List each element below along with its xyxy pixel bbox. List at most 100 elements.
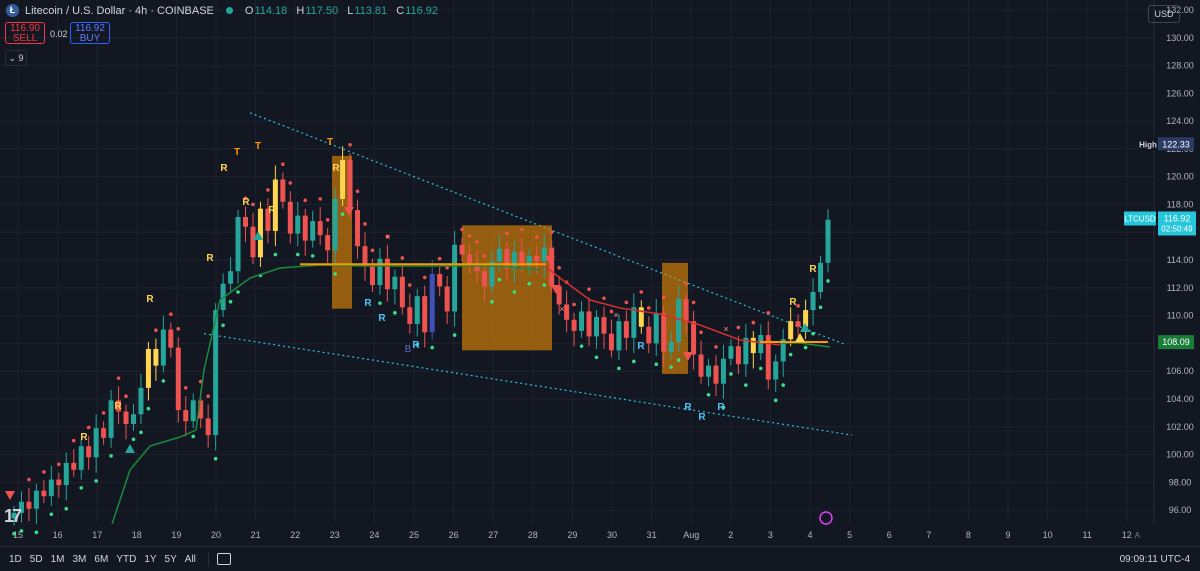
- candle-body: [743, 337, 749, 365]
- timeframe-5y[interactable]: 5Y: [165, 554, 177, 565]
- timeframe-1d[interactable]: 1D: [9, 554, 22, 565]
- candle-body: [571, 319, 577, 331]
- x-tick-label: 29: [567, 530, 577, 540]
- trailing-dot: [64, 506, 69, 511]
- candle-body: [369, 265, 375, 286]
- trailing-dot: [49, 512, 54, 517]
- candle-body: [788, 321, 794, 340]
- tradingview-logo[interactable]: 17: [4, 506, 22, 527]
- trailing-dot: [363, 222, 367, 226]
- trailing-dot: [811, 331, 815, 336]
- current-price: 116.92: [1164, 213, 1191, 223]
- trailing-dot: [781, 383, 785, 387]
- trailing-dot: [273, 252, 278, 257]
- trailing-dot: [57, 462, 61, 467]
- trailing-dot: [378, 301, 382, 305]
- candle-body: [325, 235, 331, 251]
- trailing-dot: [549, 230, 554, 235]
- high-value: 122.33: [1162, 139, 1190, 149]
- x-tick-label: 17: [92, 530, 102, 540]
- candle-body: [243, 216, 249, 227]
- trailing-dot: [325, 217, 330, 222]
- candle-body: [616, 321, 622, 351]
- ref-price: 108.09: [1162, 337, 1190, 347]
- candle-body: [631, 307, 637, 338]
- candle-body: [825, 219, 831, 263]
- signal-r-label: R: [412, 340, 420, 351]
- currency-selector[interactable]: USD: [1148, 5, 1180, 23]
- y-tick-label: 98.00: [1169, 477, 1192, 487]
- candle-body: [302, 215, 308, 241]
- timeframe-all[interactable]: All: [185, 554, 196, 565]
- trailing-dot: [206, 394, 210, 398]
- y-tick-label: 104.00: [1166, 394, 1194, 404]
- trailing-dot: [288, 181, 293, 185]
- signal-r-label: R: [268, 205, 276, 216]
- signal-r-label: R: [242, 197, 250, 208]
- price-chart[interactable]: 96.0098.00100.00102.00104.00106.00108.00…: [0, 0, 1200, 546]
- trailing-dot: [512, 290, 517, 294]
- signal-r-label: R: [809, 264, 817, 275]
- trailing-dot: [467, 233, 472, 238]
- timeframe-1y[interactable]: 1Y: [144, 554, 156, 565]
- candle-body: [26, 501, 32, 509]
- candle-body: [593, 317, 599, 337]
- trailing-dot: [744, 383, 748, 387]
- timeframe-ytd[interactable]: YTD: [116, 554, 136, 565]
- candle-body: [706, 365, 712, 377]
- timeframe-6m[interactable]: 6M: [94, 554, 108, 565]
- y-tick-label: 114.00: [1167, 255, 1194, 265]
- candle-body: [377, 258, 383, 286]
- symbol-title[interactable]: Litecoin / U.S. Dollar · 4h · COINBASE: [25, 5, 214, 17]
- candle-body: [33, 490, 39, 509]
- x-tick-label: 16: [53, 530, 63, 540]
- trailing-dot: [340, 212, 345, 217]
- timeframe-5d[interactable]: 5D: [30, 554, 43, 565]
- timeframe-3m[interactable]: 3M: [73, 554, 87, 565]
- candle-body: [437, 273, 443, 287]
- candle-body: [175, 347, 181, 411]
- signal-r-label: R: [378, 313, 386, 324]
- auto-scale-button[interactable]: A: [1135, 531, 1140, 540]
- timeframe-1m[interactable]: 1M: [51, 554, 65, 565]
- candle-body: [392, 276, 398, 290]
- x-tick-label: 18: [132, 530, 142, 540]
- toolbar-divider: [207, 552, 209, 566]
- candle-body: [564, 304, 570, 320]
- signal-r-label: R: [206, 253, 214, 264]
- trailing-dot: [86, 425, 91, 430]
- trailing-dot: [661, 295, 666, 300]
- x-tick-label: 21: [251, 530, 261, 540]
- trailing-dot: [572, 302, 576, 307]
- calendar-icon[interactable]: [216, 553, 231, 565]
- candle-body: [228, 271, 234, 284]
- indicators-toggle-button[interactable]: ⌄ 9: [5, 50, 27, 66]
- candle-body: [713, 365, 719, 384]
- trailing-dot: [706, 393, 711, 397]
- clock-readout[interactable]: 09:09:11 UTC-4: [1120, 554, 1190, 565]
- buy-button[interactable]: 116.92 BUY: [70, 22, 110, 44]
- trailing-dot: [131, 437, 136, 442]
- y-tick-label: 118.00: [1167, 199, 1194, 209]
- trailing-dot: [482, 254, 487, 258]
- x-tick-label: 2: [728, 530, 733, 540]
- candle-body: [93, 428, 99, 458]
- trailing-dot: [676, 358, 681, 362]
- trailing-dot: [310, 254, 315, 258]
- trailing-dot: [228, 299, 233, 304]
- candle-body: [63, 462, 69, 486]
- price-countdown: 02:50:49: [1161, 224, 1193, 233]
- trailing-dot: [101, 411, 106, 415]
- x-tick-label: 11: [1083, 530, 1092, 540]
- x-tick-label: 19: [171, 530, 181, 540]
- chart-header: Ł Litecoin / U.S. Dollar · 4h · COINBASE…: [6, 4, 444, 17]
- trailing-dot: [796, 304, 800, 308]
- signal-x-label: ×: [613, 310, 618, 320]
- candle-body: [601, 317, 607, 334]
- sell-button[interactable]: 116.90 SELL: [5, 22, 45, 44]
- signal-r-label: R: [364, 298, 372, 309]
- trailing-dot: [295, 252, 300, 257]
- ohlc-values: O114.18 H117.50 L113.81 C116.92: [245, 5, 444, 17]
- x-tick-label: 24: [369, 530, 379, 540]
- candle-body: [661, 312, 667, 352]
